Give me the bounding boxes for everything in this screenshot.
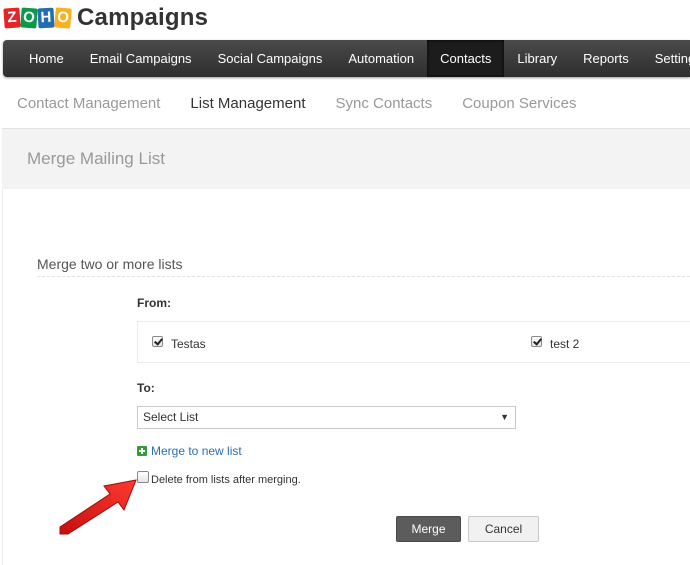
sub-nav: Contact Management List Management Sync … [0,78,690,128]
zoho-campaigns-logo[interactable]: Z O H O Campaigns [3,4,209,31]
panel-header: Merge Mailing List [2,128,690,190]
cancel-button[interactable]: Cancel [468,516,539,542]
select-value: Select List [143,410,199,424]
nav-item-settings[interactable]: Settings [642,40,690,77]
logo-letter: O [20,7,38,29]
list-checkbox-testas[interactable] [152,336,163,347]
zoho-logo-icon: Z O H O [3,7,72,29]
section-divider [37,276,690,277]
page-title: Merge Mailing List [27,149,165,168]
plus-icon [137,446,147,456]
nav-item-automation[interactable]: Automation [335,40,427,77]
logo-letter: H [37,7,55,29]
dropdown-arrow-icon: ▼ [500,412,509,422]
app-header: Z O H O Campaigns [0,0,690,40]
merge-to-new-list-link[interactable]: Merge to new list [137,444,242,458]
logo-letter: Z [3,7,21,29]
logo-letter: O [54,7,72,29]
subnav-contact-management[interactable]: Contact Management [17,95,160,112]
nav-item-social-campaigns[interactable]: Social Campaigns [205,40,336,77]
delete-after-merge-label: Delete from lists after merging. [151,474,301,486]
nav-item-library[interactable]: Library [504,40,570,77]
list-name-testas: Testas [171,337,206,351]
from-label: From: [137,296,171,310]
section-title: Merge two or more lists [37,256,183,272]
from-lists-box [137,321,690,363]
nav-item-home[interactable]: Home [3,40,77,77]
merge-to-new-list-label: Merge to new list [151,444,242,458]
list-name-test-2: test 2 [550,337,580,351]
list-checkbox-test-2[interactable] [531,336,542,347]
nav-item-reports[interactable]: Reports [570,40,642,77]
red-arrow-icon [59,479,137,535]
subnav-coupon-services[interactable]: Coupon Services [462,95,576,112]
app-name: Campaigns [77,4,209,31]
to-label: To: [137,381,155,395]
merge-button[interactable]: Merge [396,516,461,542]
nav-item-email-campaigns[interactable]: Email Campaigns [77,40,205,77]
to-list-select[interactable]: Select List ▼ [137,406,516,429]
nav-item-contacts[interactable]: Contacts [427,40,505,77]
main-nav: Home Email Campaigns Social Campaigns Au… [3,40,690,77]
subnav-sync-contacts[interactable]: Sync Contacts [336,95,433,112]
subnav-list-management[interactable]: List Management [190,95,305,112]
